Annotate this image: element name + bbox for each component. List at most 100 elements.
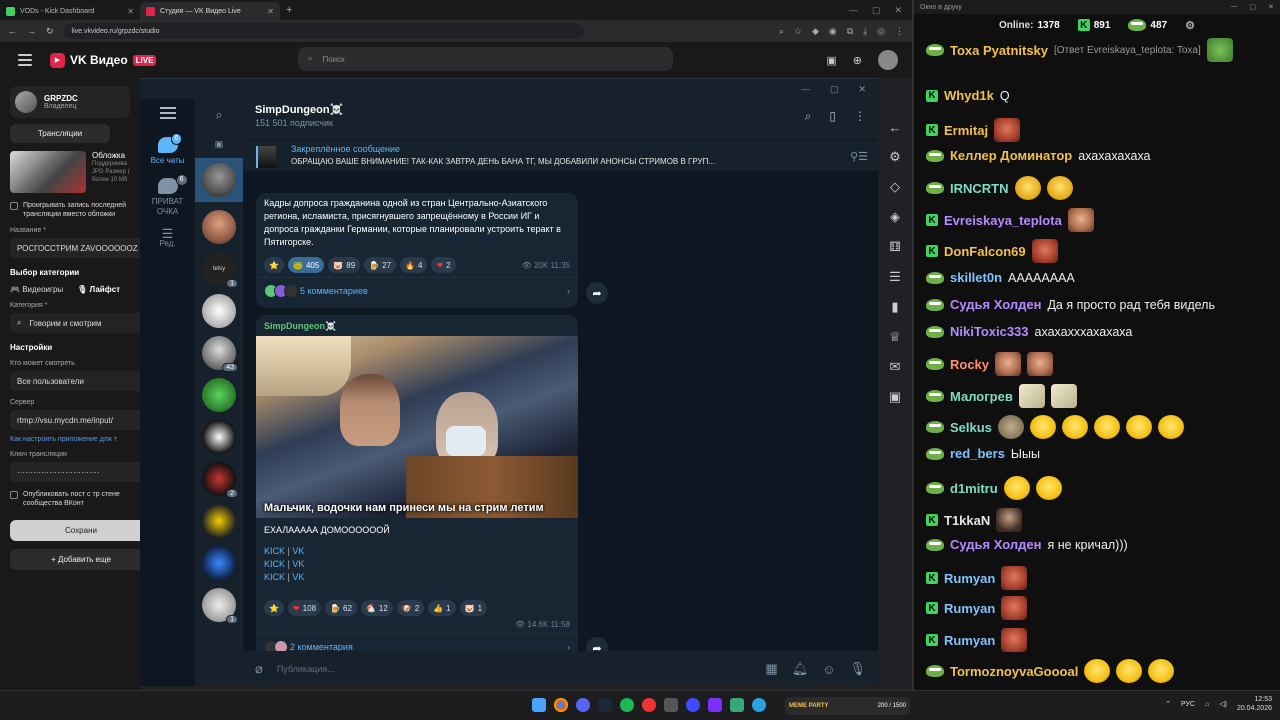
- chat-username[interactable]: Rumyan: [944, 633, 995, 648]
- meme-party-widget[interactable]: MEME PARTY 200 / 1500: [785, 697, 910, 715]
- chat-username[interactable]: red_bers: [950, 446, 1005, 461]
- reload-icon[interactable]: ↻: [46, 26, 54, 37]
- chat-username[interactable]: Ermitaj: [944, 123, 988, 138]
- maximize-icon[interactable]: ▢: [1250, 3, 1257, 11]
- checkbox[interactable]: [10, 491, 18, 499]
- profile-icon[interactable]: ◎: [877, 26, 885, 37]
- chat-username[interactable]: Малогрев: [950, 389, 1013, 404]
- chat-avatar[interactable]: 43: [202, 336, 238, 372]
- minimize-icon[interactable]: —: [1231, 3, 1238, 11]
- chat-username[interactable]: skillet0n: [950, 270, 1002, 285]
- kick-link[interactable]: KICK: [264, 546, 285, 556]
- reaction-chip[interactable]: 🔥 4: [400, 257, 428, 273]
- close-window-icon[interactable]: ✕: [858, 84, 866, 95]
- microphone-icon[interactable]: 🎙︎: [849, 661, 866, 677]
- forward-icon[interactable]: ➦: [586, 282, 608, 304]
- who-can-watch-select[interactable]: Все пользователи: [10, 371, 152, 391]
- close-window-icon[interactable]: ✕: [894, 5, 902, 16]
- telegram-icon[interactable]: [752, 698, 766, 712]
- pinned-message-bar[interactable]: Закреплённое сообщение ОБРАЩАЮ ВАШЕ ВНИМ…: [243, 139, 878, 171]
- chat-username[interactable]: Whyd1k: [944, 88, 994, 103]
- chat-icon[interactable]: ✉: [890, 359, 901, 375]
- folder-all-chats[interactable]: 6 Все чаты: [151, 133, 184, 166]
- bell-icon[interactable]: 🔔︎: [792, 661, 809, 677]
- reaction-chip[interactable]: 🐸 405: [287, 257, 325, 273]
- channel-header[interactable]: SimpDungeon☠️ 151 501 подписчик ⌕ ▯ ⋮: [243, 99, 878, 139]
- minimize-icon[interactable]: —: [849, 5, 858, 16]
- settings-gear-icon[interactable]: ⚙: [1185, 19, 1195, 32]
- folder-edit[interactable]: ☰ Ред.: [159, 227, 175, 249]
- minimize-icon[interactable]: —: [801, 84, 810, 94]
- vk-link[interactable]: VK: [292, 572, 304, 582]
- discord-icon[interactable]: [576, 698, 590, 712]
- save-button[interactable]: Сохрани: [10, 520, 152, 541]
- server-field[interactable]: rtmp://vsu.mycdn.me/input/: [10, 410, 152, 430]
- trophy-icon[interactable]: ♕: [889, 329, 901, 345]
- compose-input[interactable]: Публикация...: [277, 664, 752, 674]
- maximize-icon[interactable]: ▢: [872, 5, 881, 16]
- channel-card[interactable]: GRPZDC Владелец: [10, 86, 130, 118]
- reaction-star[interactable]: ⭐: [264, 257, 284, 273]
- chat-avatar[interactable]: [202, 210, 236, 244]
- app-icon[interactable]: [708, 698, 722, 712]
- reaction-chip[interactable]: 🐔 12: [360, 600, 393, 616]
- forward-icon[interactable]: →: [27, 26, 36, 36]
- archive-icon[interactable]: ▣: [215, 139, 224, 150]
- vk-video-logo[interactable]: ▶ VK Видео LIVE: [50, 52, 157, 68]
- chat-username[interactable]: Toxa Pyatnitsky: [950, 43, 1048, 58]
- settings-gear-icon[interactable]: ⚙: [889, 149, 901, 165]
- new-tab-icon[interactable]: +: [280, 4, 298, 16]
- reaction-chip[interactable]: 🐷 1: [459, 600, 488, 616]
- bookmark-star-icon[interactable]: ☆: [794, 26, 802, 37]
- app-icon[interactable]: [642, 698, 656, 712]
- chat-avatar[interactable]: [202, 420, 236, 454]
- post-photo[interactable]: Мальчик, водочки нам принеси мы на стрим…: [256, 336, 578, 518]
- chevron-up-icon[interactable]: ⌃: [1165, 700, 1171, 708]
- category-select[interactable]: ⌕ Говорим и смотрим: [10, 313, 152, 333]
- category-life-tab[interactable]: 🎙 Лайфст: [77, 285, 120, 294]
- chat-username[interactable]: Судья Холден: [950, 297, 1041, 312]
- app-icon[interactable]: [730, 698, 744, 712]
- chat-username[interactable]: Rocky: [950, 357, 989, 372]
- kick-link[interactable]: KICK: [264, 559, 285, 569]
- chat-username[interactable]: Судья Холден: [950, 537, 1041, 552]
- notifications-icon[interactable]: ▣: [826, 54, 836, 67]
- extension-icon[interactable]: ◆: [812, 26, 819, 37]
- chat-avatar[interactable]: [202, 294, 236, 328]
- setup-link[interactable]: Как настроить приложение для т: [10, 436, 130, 443]
- browser-menu-icon[interactable]: ⋮: [895, 26, 904, 37]
- schedule-icon[interactable]: ▦: [765, 661, 777, 677]
- publish-checkbox[interactable]: Опубликовать пост с тр стене сообщества …: [10, 490, 130, 508]
- volume-icon[interactable]: ◁): [1219, 700, 1227, 708]
- close-tab-icon[interactable]: ✕: [127, 7, 134, 16]
- list-icon[interactable]: ☰: [889, 269, 901, 285]
- search-icon[interactable]: ⌕: [215, 107, 222, 123]
- chat-username[interactable]: d1mitru: [950, 481, 998, 496]
- zoom-icon[interactable]: ⌕: [779, 26, 784, 37]
- menu-icon[interactable]: [159, 107, 176, 119]
- network-icon[interactable]: ⌂: [1205, 701, 1209, 708]
- url-field[interactable]: live.vkvideo.ru/grpzdc/studio: [63, 23, 584, 39]
- download-icon[interactable]: ⤓: [863, 26, 867, 37]
- checkbox[interactable]: [10, 202, 18, 210]
- browser-tab-vk-studio[interactable]: Студия — VK Видео Live ✕: [140, 2, 280, 20]
- language-indicator[interactable]: РУС: [1181, 701, 1195, 708]
- diamond-icon[interactable]: ◇: [890, 179, 900, 195]
- cover-image[interactable]: [10, 151, 86, 193]
- category-games-tab[interactable]: 🎮 Видеоигры: [10, 285, 63, 294]
- user-avatar[interactable]: [878, 50, 898, 70]
- chat-username[interactable]: NikiToxic333: [950, 324, 1029, 339]
- pinned-list-icon[interactable]: ⚲☰: [850, 150, 868, 163]
- record-checkbox[interactable]: Проигрывать запись последней трансляции …: [10, 201, 130, 219]
- vk-link[interactable]: VK: [292, 546, 304, 556]
- comments-link[interactable]: 5 комментариев ›: [256, 277, 578, 304]
- chat-username[interactable]: Selkus: [950, 420, 992, 435]
- chat-username[interactable]: Rumyan: [944, 571, 995, 586]
- vk-search-input[interactable]: ⌕ Поиск: [298, 47, 673, 71]
- windows-start-icon[interactable]: [532, 698, 546, 712]
- stats-icon[interactable]: ▮: [891, 299, 898, 315]
- app-icon[interactable]: [686, 698, 700, 712]
- chat-avatar[interactable]: 2: [202, 462, 238, 498]
- chat-username[interactable]: T1kkaN: [944, 513, 990, 528]
- extension-icon[interactable]: ◉: [829, 26, 837, 37]
